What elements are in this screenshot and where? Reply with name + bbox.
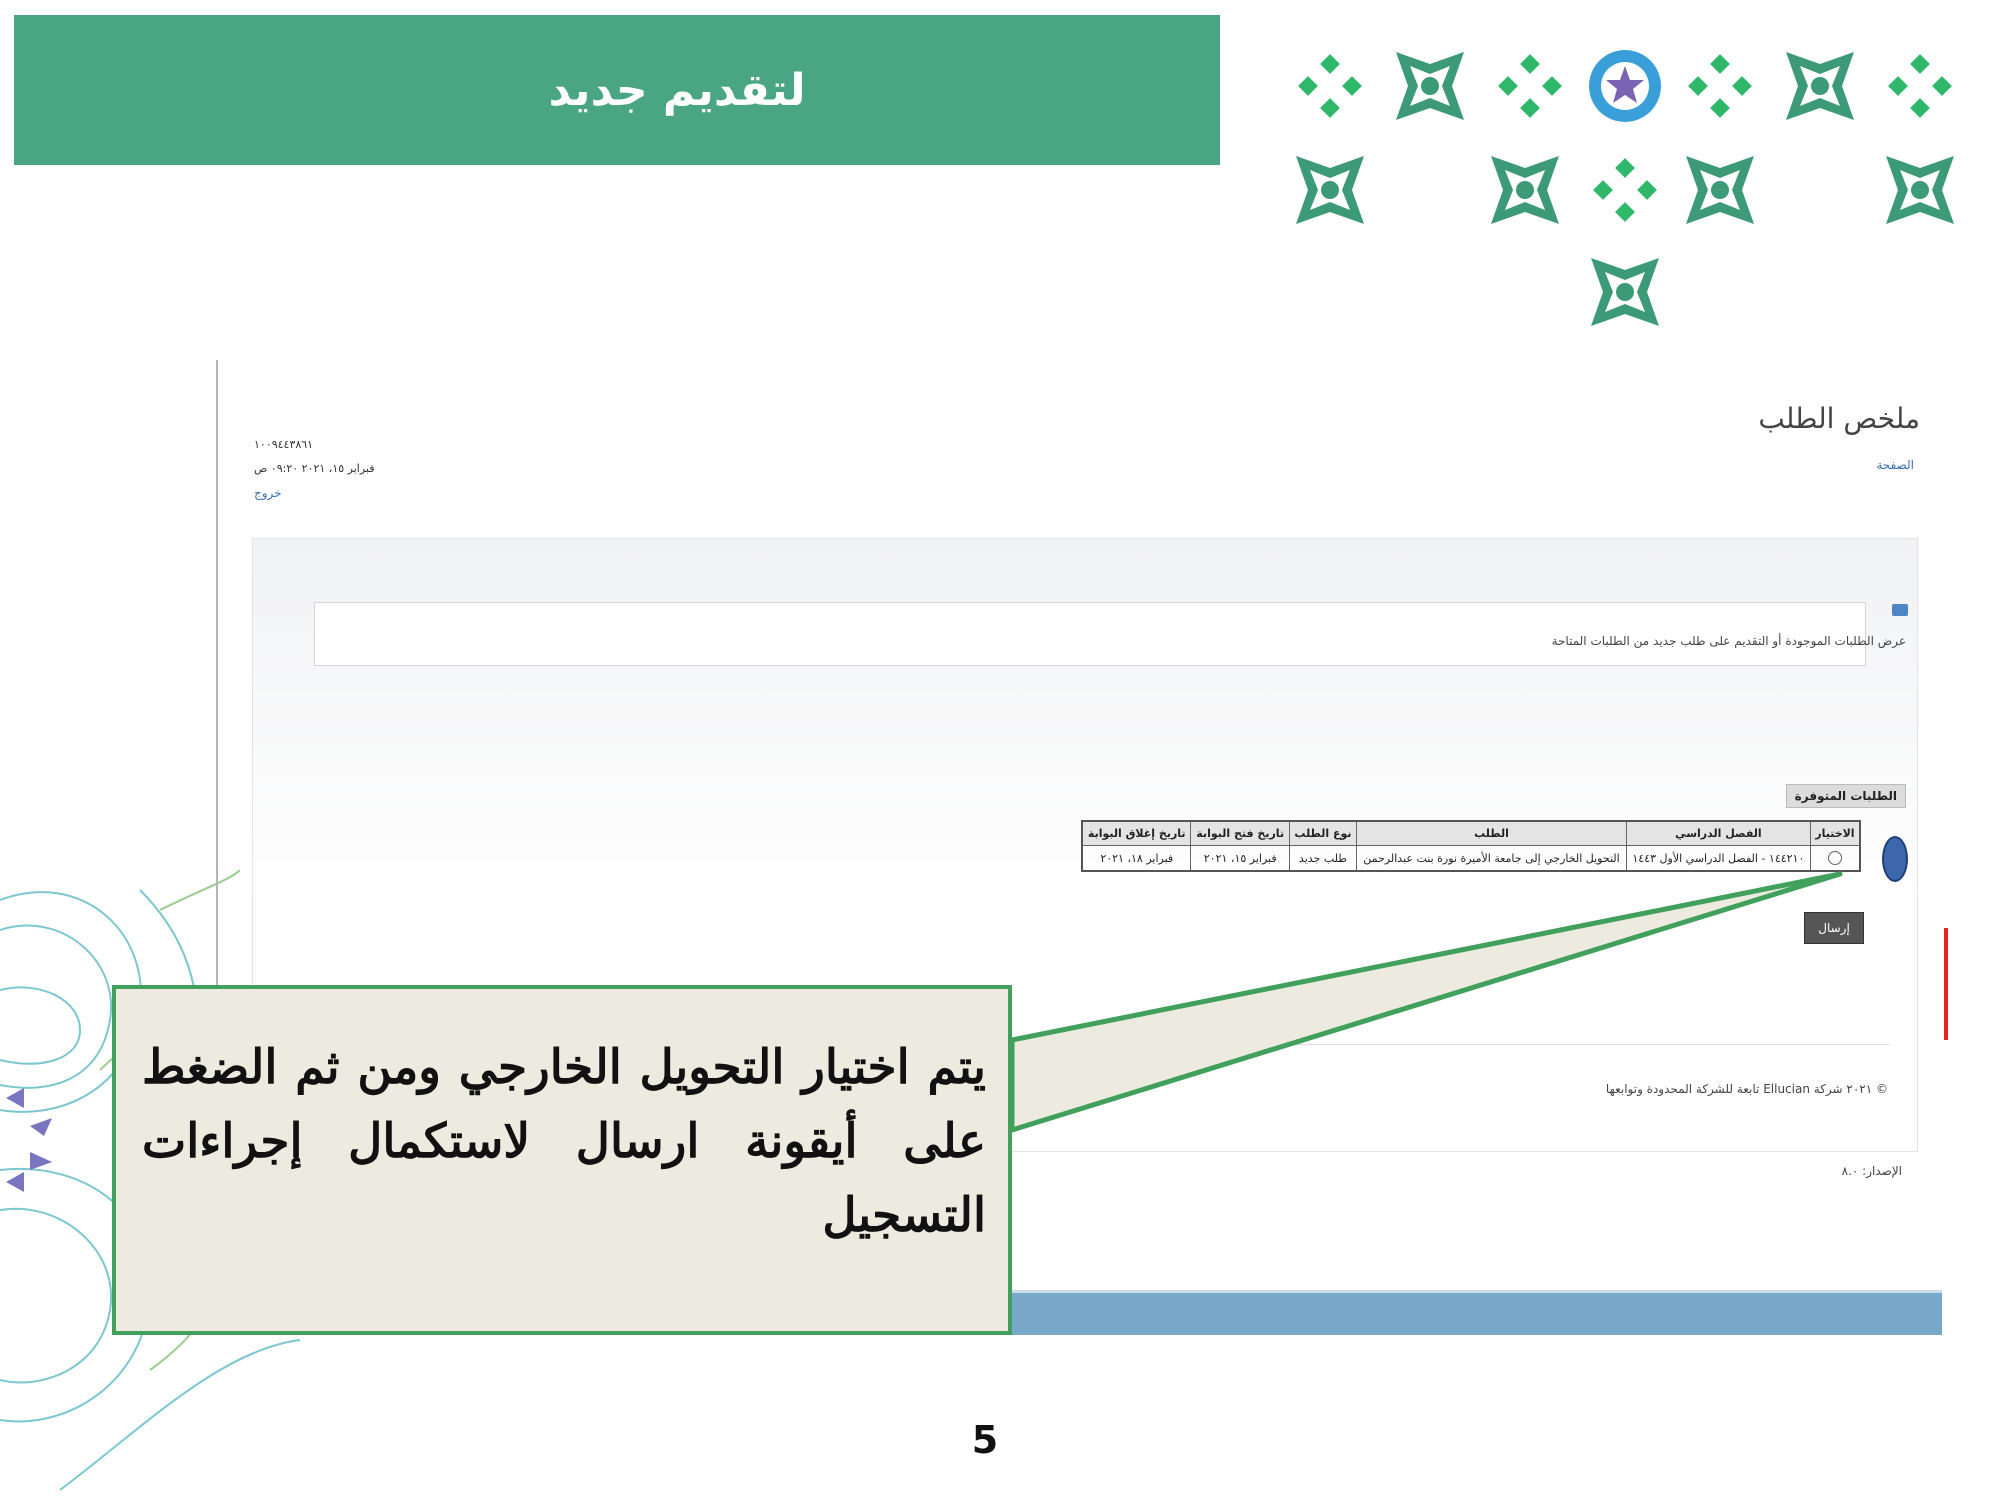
version-text: الإصدار: ٨.٠ (1841, 1164, 1902, 1178)
column-header: نوع الطلب (1288, 820, 1358, 846)
highlight-bar (1944, 928, 1948, 1040)
available-requests-label: الطلبات المتوفرة (1785, 784, 1906, 808)
table-row[interactable]: ١٤٤٢١٠ - الفصل الدراسي الأول ١٤٤٣ التحوي… (1081, 845, 1861, 872)
user-id: ١٠٠٩٤٤٣٨٦١ (254, 438, 314, 451)
logout-link[interactable]: خروج (254, 486, 282, 500)
session-date: فبراير ١٥، ٢٠٢١ ٠٩:٢٠ ص (254, 462, 375, 475)
decorative-pattern (1296, 50, 1954, 326)
instruction-text: يتم اختيار التحويل الخارجي ومن ثم الضغط … (142, 1040, 986, 1243)
table-header-row: الاختيار الفصل الدراسي الطلب نوع الطلب ت… (1081, 820, 1861, 846)
table-cell: فبراير ١٨، ٢٠٢١ (1081, 845, 1192, 872)
column-header: الاختيار (1809, 820, 1861, 846)
info-message: عرض الطلبات الموجودة أو التقديم على طلب … (1551, 634, 1906, 648)
instruction-callout: يتم اختيار التحويل الخارجي ومن ثم الضغط … (112, 985, 1012, 1335)
column-header: الفصل الدراسي (1625, 820, 1811, 846)
table-cell: ١٤٤٢١٠ - الفصل الدراسي الأول ١٤٤٣ (1625, 845, 1811, 872)
select-cell[interactable] (1809, 845, 1861, 872)
table-cell: طلب جديد (1288, 845, 1358, 872)
selection-highlight-marker (1882, 836, 1908, 882)
title-banner: لتقديم جديد (14, 15, 1220, 165)
request-radio[interactable] (1827, 851, 1842, 865)
requests-table: الاختيار الفصل الدراسي الطلب نوع الطلب ت… (1081, 820, 1861, 872)
info-icon (1892, 604, 1908, 616)
submit-button[interactable]: إرسال (1804, 912, 1864, 944)
copyright-text: © ٢٠٢١ شركة Ellucian تابعة للشركة المحدو… (1605, 1082, 1888, 1096)
column-header: تاريخ إغلاق البوابة (1081, 820, 1192, 846)
home-link[interactable]: الصفحة (1876, 458, 1914, 472)
column-header: تاريخ فتح البوابة (1190, 820, 1290, 846)
page-title: ملخص الطلب (1758, 402, 1920, 435)
slide-title: لتقديم جديد (548, 64, 806, 116)
column-header: الطلب (1356, 820, 1627, 846)
table-cell: فبراير ١٥، ٢٠٢١ (1190, 845, 1290, 872)
page-number: 5 (971, 1418, 999, 1462)
table-cell: التحويل الخارجي إلى جامعة الأميرة نورة ب… (1356, 845, 1627, 872)
